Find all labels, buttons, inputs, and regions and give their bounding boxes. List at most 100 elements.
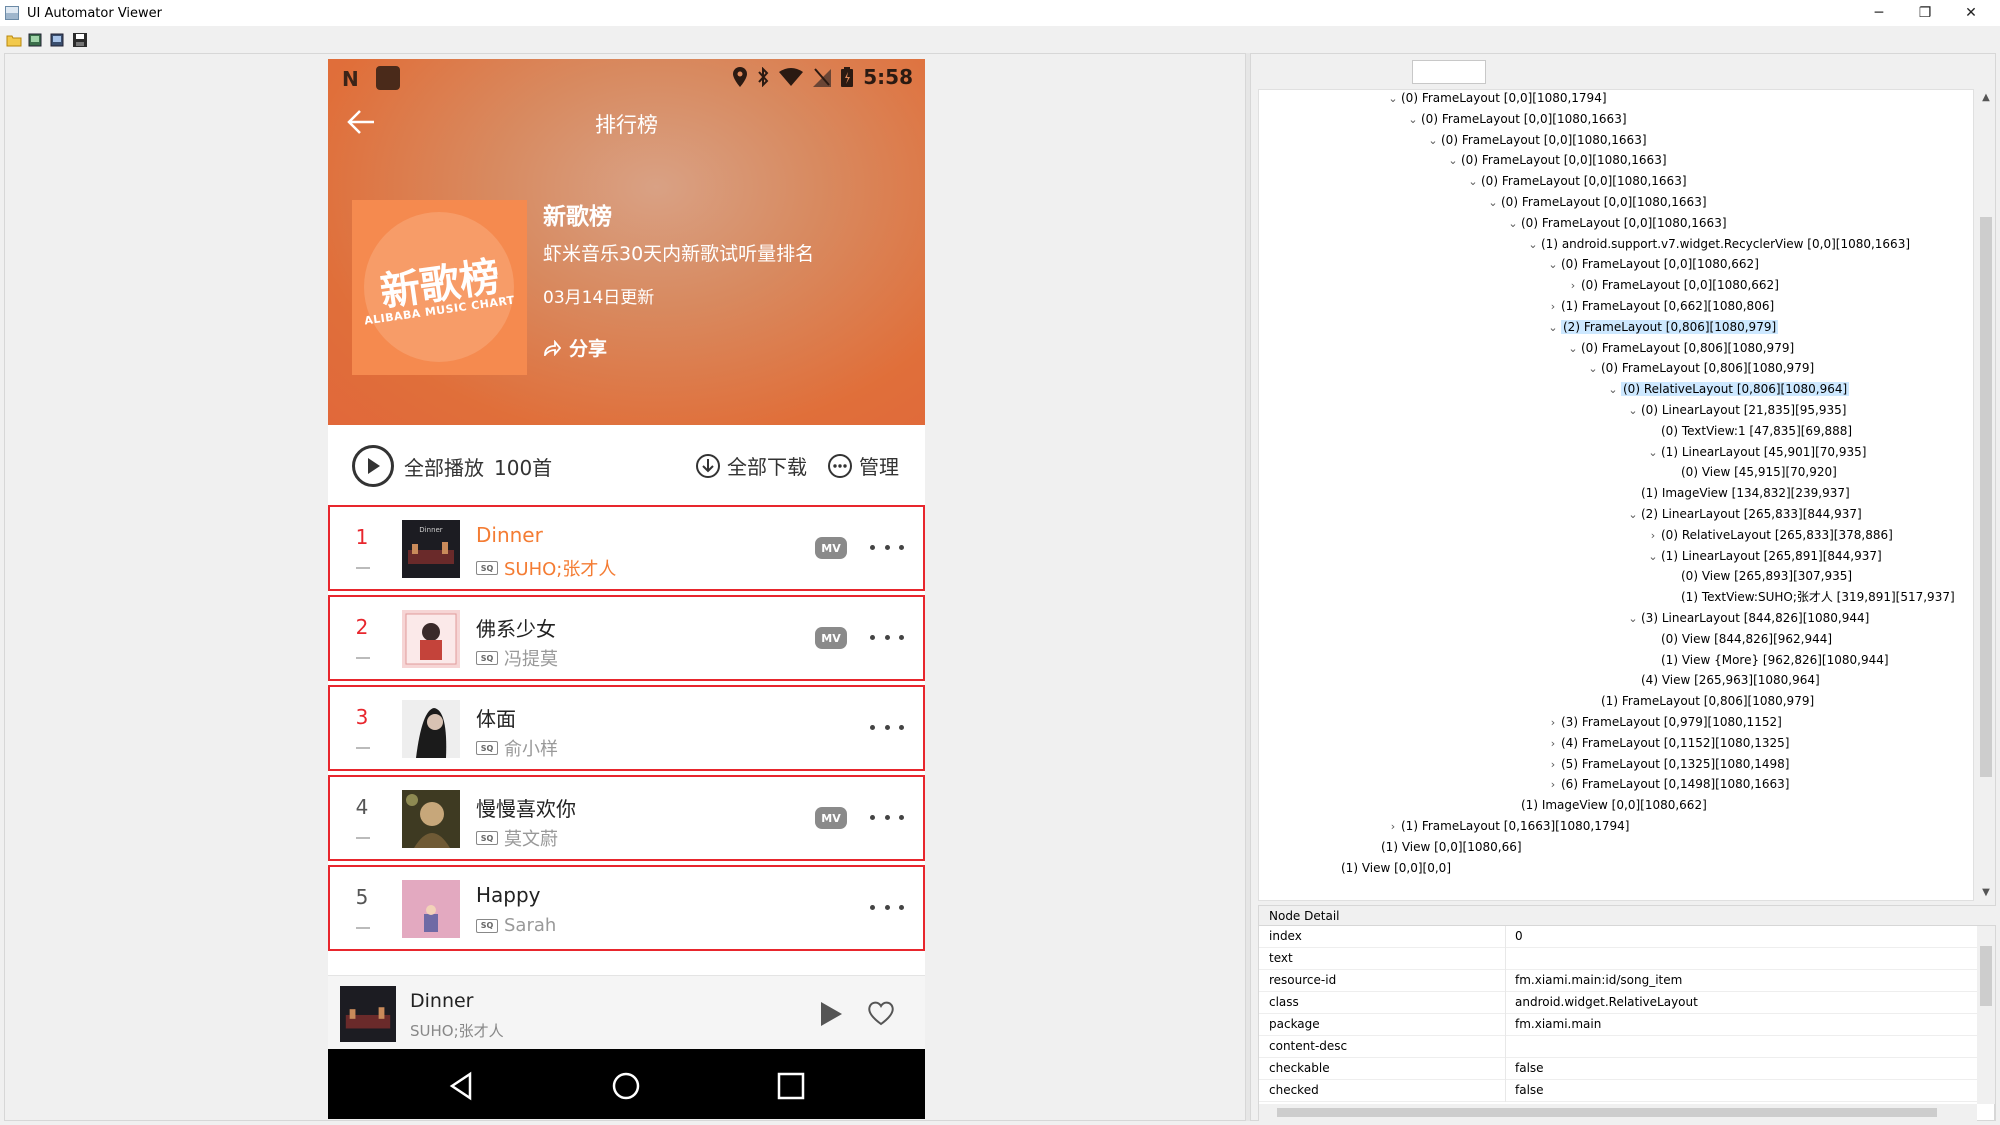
tree-node[interactable]: › (6) FrameLayout [0,1498][1080,1663] [1545,776,1790,793]
device-screenshot[interactable]: N 5:58 排行榜 新歌榜 ALIBABA MUSIC CHART 新歌榜 虾… [328,59,925,1119]
expand-arrow-icon[interactable]: ⌄ [1585,360,1601,377]
nav-recents-icon[interactable] [776,1071,806,1101]
tree-node[interactable]: ⌄ (0) FrameLayout [0,806][1080,979] [1565,340,1794,357]
expand-arrow-icon[interactable]: ⌄ [1405,111,1421,128]
tree-vertical-scrollbar[interactable]: ▲ ▼ [1977,89,1995,901]
tree-node[interactable]: ⌄ (1) android.support.v7.widget.RecyclerV… [1525,236,1910,253]
collapse-arrow-icon[interactable]: › [1545,714,1561,731]
expand-arrow-icon[interactable]: ⌄ [1545,319,1561,336]
song-item[interactable]: 3 体面 SQ 俞小样 [328,685,925,771]
detail-row-content-desc[interactable]: content-desc [1259,1036,1977,1058]
tree-node[interactable]: (0) View [45,915][70,920] [1665,464,1837,481]
chart-cover-image[interactable]: 新歌榜 ALIBABA MUSIC CHART [352,200,527,375]
screenshot-icon[interactable] [28,32,44,48]
tree-node[interactable]: › (5) FrameLayout [0,1325][1080,1498] [1545,756,1790,773]
scrollbar-thumb[interactable] [1980,217,1992,777]
tree-node[interactable]: (1) ImageView [134,832][239,937] [1625,485,1850,502]
tree-node[interactable]: ⌄ (0) FrameLayout [0,0][1080,1663] [1465,173,1686,190]
detail-row-resource-id[interactable]: resource-id fm.xiami.main:id/song_item [1259,970,1977,992]
expand-arrow-icon[interactable]: ⌄ [1625,506,1641,523]
scroll-up-icon[interactable]: ▲ [1977,89,1995,106]
collapse-arrow-icon[interactable]: › [1385,818,1401,835]
collapse-arrow-icon[interactable]: › [1545,735,1561,752]
tree-node[interactable]: (1) View {More} [962,826][1080,944] [1645,652,1889,669]
tree-node[interactable]: ⌄ (0) FrameLayout [0,0][1080,1663] [1405,111,1626,128]
restore-button[interactable]: ❐ [1902,0,1948,26]
song-item[interactable]: 5 Happy SQ Sarah [328,865,925,951]
heart-icon[interactable] [866,998,896,1028]
tree-node[interactable]: ⌄ (0) FrameLayout [0,0][1080,1663] [1425,132,1646,149]
tree-node[interactable]: (1) View [0,0][1080,66] [1365,839,1522,856]
tree-node[interactable]: ⌄ (0) FrameLayout [0,0][1080,1663] [1445,152,1666,169]
tree-node[interactable]: › (1) FrameLayout [0,662][1080,806] [1545,298,1774,315]
tree-node[interactable]: › (0) FrameLayout [0,0][1080,662] [1565,277,1779,294]
tree-node[interactable]: ⌄ (0) FrameLayout [0,0][1080,1663] [1505,215,1726,232]
open-folder-icon[interactable] [6,32,22,48]
tree-node[interactable]: (0) View [265,893][307,935] [1665,568,1852,585]
close-button[interactable]: ✕ [1948,0,1994,26]
collapse-arrow-icon[interactable]: › [1565,277,1581,294]
song-item[interactable]: 1 Dinner Dinner SQ SUHO;张才人 MV [328,505,925,591]
more-options-icon[interactable] [870,896,904,918]
mv-badge[interactable]: MV [815,627,847,649]
save-icon[interactable] [72,32,88,48]
mv-badge[interactable]: MV [815,807,847,829]
detail-row-checkable[interactable]: checkable false [1259,1058,1977,1080]
expand-arrow-icon[interactable]: ⌄ [1565,340,1581,357]
mini-player[interactable]: Dinner SUHO;张才人 [328,975,925,1049]
tree-node[interactable]: (0) View [844,826][962,944] [1645,631,1832,648]
collapse-arrow-icon[interactable]: › [1545,298,1561,315]
tree-node[interactable]: ⌄ (2) FrameLayout [0,806][1080,979] [1545,319,1779,336]
detail-row-index[interactable]: index 0 [1259,926,1977,948]
more-options-icon[interactable] [870,716,904,738]
tree-node[interactable]: ⌄ (0) LinearLayout [21,835][95,935] [1625,402,1846,419]
screenshot-compressed-icon[interactable] [50,32,66,48]
collapse-arrow-icon[interactable]: › [1645,527,1661,544]
tree-node[interactable]: › (4) FrameLayout [0,1152][1080,1325] [1545,735,1790,752]
play-icon[interactable] [818,1000,844,1028]
song-item[interactable]: 2 佛系少女 SQ 冯提莫 MV [328,595,925,681]
collapse-arrow-icon[interactable]: › [1545,776,1561,793]
expand-arrow-icon[interactable]: ⌄ [1645,444,1661,461]
tree-node[interactable]: › (3) FrameLayout [0,979][1080,1152] [1545,714,1782,731]
tree-node[interactable]: ⌄ (0) FrameLayout [0,806][1080,979] [1585,360,1814,377]
manage-button[interactable]: 管理 [827,451,899,480]
mv-badge[interactable]: MV [815,537,847,559]
play-all-button[interactable]: 全部播放 100首 [352,445,552,487]
detail-row-checked[interactable]: checked false [1259,1080,1977,1102]
nav-home-icon[interactable] [611,1071,641,1101]
tree-node[interactable]: (1) View [0,0][0,0] [1325,860,1451,877]
expand-arrow-icon[interactable]: ⌄ [1425,132,1441,149]
detail-row-text[interactable]: text [1259,948,1977,970]
song-item[interactable]: 4 慢慢喜欢你 SQ 莫文蔚 MV [328,775,925,861]
tree-node[interactable]: ⌄ (0) FrameLayout [0,0][1080,1663] [1485,194,1706,211]
tree-node[interactable]: ⌄ (1) LinearLayout [45,901][70,935] [1645,444,1866,461]
expand-arrow-icon[interactable]: ⌄ [1625,610,1641,627]
expand-arrow-icon[interactable]: ⌄ [1465,173,1481,190]
expand-arrow-icon[interactable]: ⌄ [1505,215,1521,232]
nav-back-icon[interactable] [446,1071,476,1101]
more-options-icon[interactable] [870,536,904,558]
minimize-button[interactable]: ─ [1856,0,1902,26]
detail-vertical-scrollbar[interactable] [1977,926,1995,1104]
more-options-icon[interactable] [870,626,904,648]
tree-node[interactable]: ⌄ (0) FrameLayout [0,0][1080,1794] [1385,90,1606,107]
tree-toolbar[interactable] [1412,60,1486,84]
tree-node[interactable]: (4) View [265,963][1080,964] [1625,672,1820,689]
detail-horizontal-scrollbar[interactable] [1259,1104,1977,1121]
tree-node[interactable]: (1) ImageView [0,0][1080,662] [1505,797,1707,814]
hierarchy-tree[interactable]: ⌄ (0) FrameLayout [0,0][1080,1794] ⌄ (0) Fr… [1258,89,1974,901]
scrollbar-thumb[interactable] [1980,946,1992,1006]
scrollbar-thumb[interactable] [1277,1108,1937,1117]
tree-node[interactable]: › (0) RelativeLayout [265,833][378,886] [1645,527,1893,544]
expand-arrow-icon[interactable]: ⌄ [1645,548,1661,565]
expand-arrow-icon[interactable]: ⌄ [1625,402,1641,419]
detail-row-class[interactable]: class android.widget.RelativeLayout [1259,992,1977,1014]
detail-row-package[interactable]: package fm.xiami.main [1259,1014,1977,1036]
tree-node[interactable]: ⌄ (1) LinearLayout [265,891][844,937] [1645,548,1881,565]
tree-node[interactable]: ⌄ (0) FrameLayout [0,0][1080,662] [1545,256,1759,273]
tree-node[interactable]: (0) TextView:1 [47,835][69,888] [1645,423,1852,440]
tree-node[interactable]: ⌄ (3) LinearLayout [844,826][1080,944] [1625,610,1869,627]
tree-node[interactable]: (1) FrameLayout [0,806][1080,979] [1585,693,1814,710]
tree-node[interactable]: (1) TextView:SUHO;张才人 [319,891][517,937] [1665,589,1955,606]
